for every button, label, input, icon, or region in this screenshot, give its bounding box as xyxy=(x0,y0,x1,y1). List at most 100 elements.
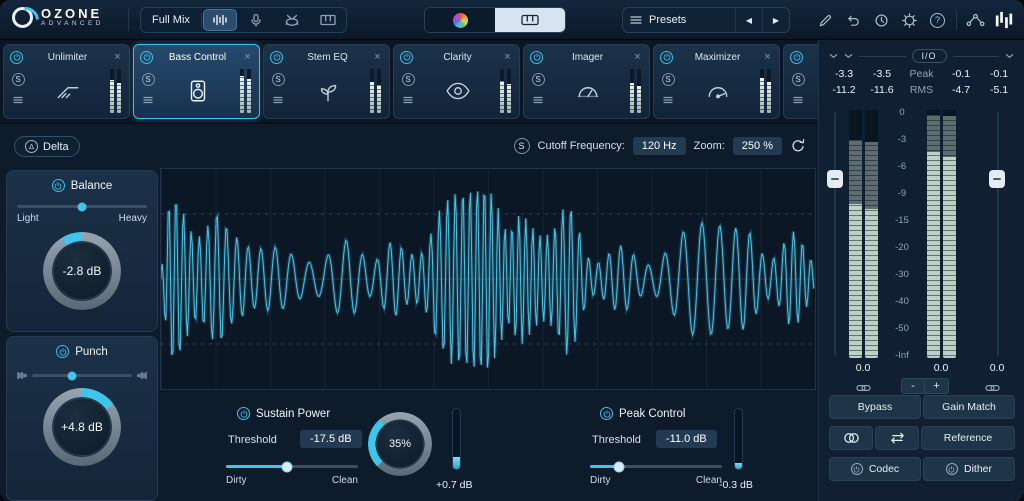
input-gain-handle[interactable] xyxy=(827,170,843,188)
module-menu-button[interactable] xyxy=(533,91,543,109)
loop-button[interactable] xyxy=(790,138,806,154)
module-menu-button[interactable] xyxy=(793,91,803,109)
module-card-partial[interactable]: S xyxy=(783,44,818,119)
module-solo-button[interactable]: S xyxy=(402,73,415,86)
io-tab[interactable]: I/O xyxy=(912,49,947,63)
module-card-imager[interactable]: Imager × S xyxy=(523,44,650,119)
module-menu-button[interactable] xyxy=(13,91,23,109)
sustain-slider-handle[interactable] xyxy=(281,461,292,472)
module-power-button[interactable] xyxy=(140,51,153,64)
close-module-button[interactable]: × xyxy=(112,52,123,63)
module-power-button[interactable] xyxy=(10,51,23,64)
codec-button[interactable]: Codec xyxy=(829,457,921,481)
reference-button[interactable]: Reference xyxy=(921,426,1015,450)
module-solo-button[interactable]: S xyxy=(272,73,285,86)
help-button[interactable]: ? xyxy=(925,8,950,33)
sustain-amount-knob[interactable]: 35% xyxy=(368,412,432,476)
module-menu-button[interactable] xyxy=(663,91,673,109)
module-menu-button[interactable] xyxy=(403,91,413,109)
edit-button[interactable] xyxy=(813,8,838,33)
peak-gain-meter xyxy=(734,408,743,470)
balance-slider[interactable] xyxy=(17,205,147,208)
module-power-button[interactable] xyxy=(400,51,413,64)
preset-list-icon[interactable] xyxy=(623,15,649,25)
close-module-button[interactable]: × xyxy=(372,52,383,63)
dither-button[interactable]: Dither xyxy=(923,457,1015,481)
module-power-button[interactable] xyxy=(790,51,803,64)
tonal-balance-toggle[interactable] xyxy=(425,8,495,32)
module-power-button[interactable] xyxy=(270,51,283,64)
mix-fullmix-button[interactable] xyxy=(203,9,237,31)
preset-next-button[interactable]: ▶ xyxy=(763,8,789,32)
input-gain-value[interactable]: 0.0 xyxy=(845,362,881,374)
output-gain-value-r[interactable]: 0.0 xyxy=(979,362,1015,374)
bypass-button[interactable]: Bypass xyxy=(829,395,921,419)
meter-zoom-out-button[interactable]: - xyxy=(901,378,925,394)
presets-label[interactable]: Presets xyxy=(649,14,735,26)
meter-zoom-in-button[interactable]: + xyxy=(925,378,949,394)
io-panel: I/O -3.3 -3.5 Peak -0.1 -0.1 -11.2 -11.6… xyxy=(818,40,1024,501)
module-meter xyxy=(110,69,123,113)
module-power-button[interactable] xyxy=(530,51,543,64)
zoom-value-box[interactable]: 250 % xyxy=(733,137,782,155)
vocals-icon xyxy=(249,13,263,27)
balance-min-label: Light xyxy=(17,213,39,224)
solo-button[interactable]: S xyxy=(514,138,530,154)
module-solo-button[interactable]: S xyxy=(532,73,545,86)
output-gain-handle[interactable] xyxy=(989,170,1005,188)
module-card-maximizer[interactable]: Maximizer × S xyxy=(653,44,780,119)
balance-slider-handle[interactable] xyxy=(78,202,87,211)
peak-slider[interactable]: Dirty Clean xyxy=(590,465,722,486)
module-card-clarity[interactable]: Clarity × S xyxy=(393,44,520,119)
signal-flow-button[interactable] xyxy=(963,8,988,33)
cutoff-value-box[interactable]: 120 Hz xyxy=(633,137,686,155)
balance-power-button[interactable] xyxy=(52,179,65,192)
close-module-button[interactable]: × xyxy=(242,52,253,63)
chevron-down-icon[interactable] xyxy=(844,53,853,59)
close-module-button[interactable]: × xyxy=(762,52,773,63)
peak-control-power-button[interactable] xyxy=(600,407,613,420)
mix-label[interactable]: Full Mix xyxy=(141,14,201,26)
peak-threshold-box[interactable]: -11.0 dB xyxy=(656,430,717,448)
codec-power-icon xyxy=(851,463,863,475)
history-button[interactable] xyxy=(869,8,894,33)
balance-max-label: Heavy xyxy=(119,213,147,224)
punch-power-button[interactable] xyxy=(56,345,69,358)
module-card-unlimiter[interactable]: Unlimiter × S xyxy=(3,44,130,119)
punch-slider-handle[interactable] xyxy=(68,371,77,380)
close-module-button[interactable]: × xyxy=(502,52,513,63)
peak-slider-handle[interactable] xyxy=(614,461,625,472)
gear-icon xyxy=(902,13,917,28)
chevron-down-icon[interactable] xyxy=(829,53,838,59)
sustain-power-title: Sustain Power xyxy=(256,408,330,420)
module-power-button[interactable] xyxy=(660,51,673,64)
undo-button[interactable] xyxy=(841,8,866,33)
gain-match-button[interactable]: Gain Match xyxy=(923,395,1015,419)
chevron-down-icon[interactable] xyxy=(1005,53,1014,59)
sustain-slider[interactable]: Dirty Clean xyxy=(226,465,358,486)
keyboard-view-toggle[interactable] xyxy=(495,8,565,32)
balance-knob[interactable]: -2.8 dB xyxy=(43,232,121,310)
mix-keys-button[interactable] xyxy=(310,8,346,32)
sustain-threshold-box[interactable]: -17.5 dB xyxy=(300,430,362,448)
module-solo-button[interactable]: S xyxy=(662,73,675,86)
mix-vocals-button[interactable] xyxy=(238,8,274,32)
close-module-button[interactable]: × xyxy=(632,52,643,63)
channel-swap-button[interactable] xyxy=(875,426,919,450)
module-menu-button[interactable] xyxy=(273,91,283,109)
module-card-bass-control[interactable]: Bass Control × S xyxy=(133,44,260,119)
preset-prev-button[interactable]: ◀ xyxy=(736,8,762,32)
module-solo-button[interactable]: S xyxy=(792,73,805,86)
settings-button[interactable] xyxy=(897,8,922,33)
delta-button[interactable]: Δ Delta xyxy=(14,136,80,157)
punch-slider[interactable] xyxy=(32,374,132,377)
sustain-power-button[interactable] xyxy=(237,407,250,420)
module-solo-button[interactable]: S xyxy=(12,73,25,86)
mix-drums-button[interactable] xyxy=(274,8,310,32)
module-card-stem-eq[interactable]: Stem EQ × S xyxy=(263,44,390,119)
output-gain-value-l[interactable]: 0.0 xyxy=(923,362,959,374)
punch-knob[interactable]: +4.8 dB xyxy=(43,388,121,466)
module-menu-button[interactable] xyxy=(143,91,153,109)
module-solo-button[interactable]: S xyxy=(142,73,155,86)
stereo-mode-button[interactable] xyxy=(829,426,873,450)
